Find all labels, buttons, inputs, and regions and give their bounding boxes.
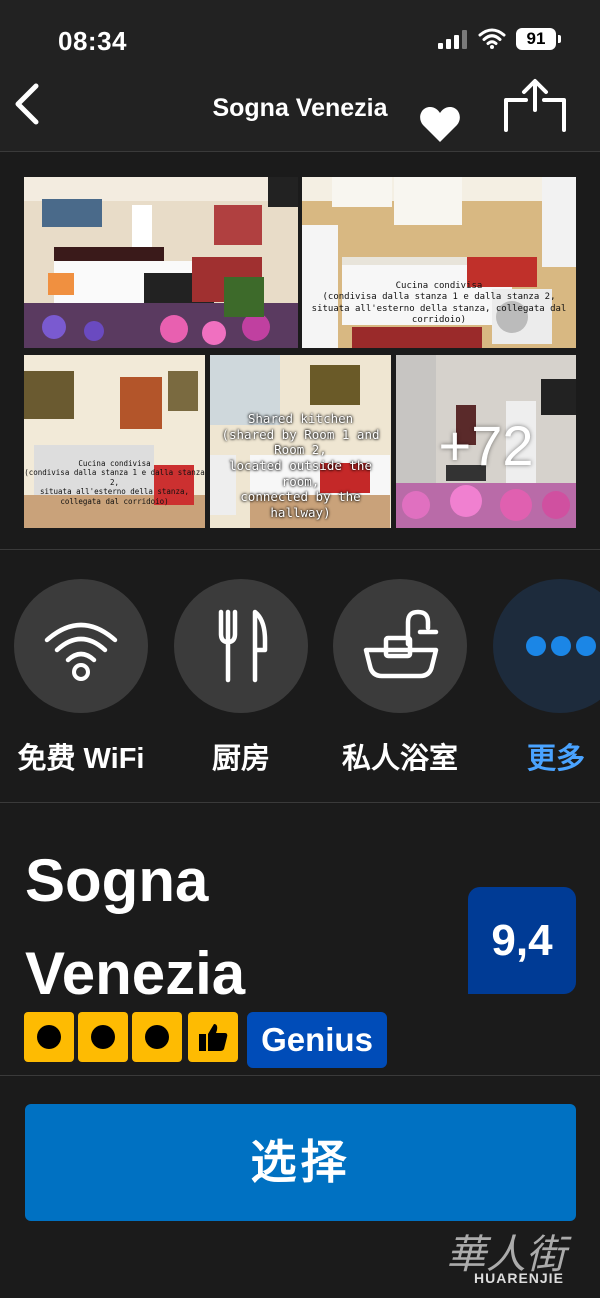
facility-circle: [174, 579, 308, 713]
genius-badge: Genius: [247, 1012, 387, 1068]
facility-label: 厨房: [211, 743, 270, 775]
facility-label: 更多: [526, 743, 585, 775]
thumbs-up-icon: [188, 1012, 238, 1062]
photo-caption: Shared kitchen (shared by Room 1 and Roo…: [221, 411, 380, 520]
heart-icon[interactable]: [418, 104, 462, 144]
hotel-info: Sogna Venezia 9,4 Genius: [0, 804, 600, 1076]
gallery-photo-shared-kitchen[interactable]: Shared kitchen (shared by Room 1 and Roo…: [210, 355, 391, 528]
rating-dot-icon: [78, 1012, 128, 1062]
status-time: 08:34: [58, 26, 127, 56]
facility-kitchen[interactable]: 厨房: [174, 579, 308, 775]
facility-label: 免费 WiFi: [17, 743, 145, 775]
watermark-logo: 華人街 HUARENJIE: [440, 1222, 590, 1292]
select-button[interactable]: 选择: [25, 1104, 576, 1221]
facility-more[interactable]: 更多: [493, 579, 600, 775]
facility-circle: [333, 579, 467, 713]
facility-circle: [14, 579, 148, 713]
bathtub-icon: [363, 609, 439, 679]
footer: 选择 華人街 HUARENJIE: [0, 1077, 600, 1298]
facility-wifi[interactable]: 免费 WiFi: [14, 579, 148, 775]
rating-dot-icon: [132, 1012, 182, 1062]
watermark-text: HUARENJIE: [474, 1270, 564, 1286]
facility-circle: [493, 579, 600, 713]
share-icon[interactable]: [502, 78, 568, 132]
battery-icon: 91: [516, 28, 561, 50]
facility-label: 私人浴室: [341, 743, 458, 775]
review-score-badge[interactable]: 9,4: [468, 887, 576, 994]
gallery-photo-bedroom[interactable]: [24, 177, 298, 348]
facility-bathroom[interactable]: 私人浴室: [333, 579, 467, 775]
gallery-photo-more[interactable]: +72: [396, 355, 576, 528]
photo-gallery: Cucina condivisa (condivisa dalla stanza…: [0, 152, 600, 550]
wifi-status-icon: [478, 28, 506, 49]
wifi-icon: [44, 622, 118, 681]
fork-knife-icon: [218, 609, 268, 683]
photo-caption: Cucina condivisa (condivisa dalla stanza…: [24, 459, 205, 506]
status-bar: 08:34 91: [0, 0, 600, 72]
more-dots-icon: [526, 636, 596, 656]
cellular-signal-icon: [438, 29, 468, 49]
photo-caption: Cucina condivisa (condivisa dalla stanza…: [311, 281, 567, 325]
navigation-bar: Sogna Venezia: [0, 72, 600, 152]
gallery-photo-kitchen[interactable]: Cucina condivisa (condivisa dalla stanza…: [302, 177, 576, 348]
hotel-name: Sogna Venezia: [25, 847, 246, 1007]
back-arrow-icon[interactable]: [12, 82, 44, 126]
gallery-photo-kitchen-table[interactable]: Cucina condivisa (condivisa dalla stanza…: [24, 355, 205, 528]
gallery-more-count: +72: [438, 414, 534, 477]
facilities-row: 免费 WiFi 厨房 私人浴室 更多: [0, 551, 600, 803]
rating-dot-icon: [24, 1012, 74, 1062]
